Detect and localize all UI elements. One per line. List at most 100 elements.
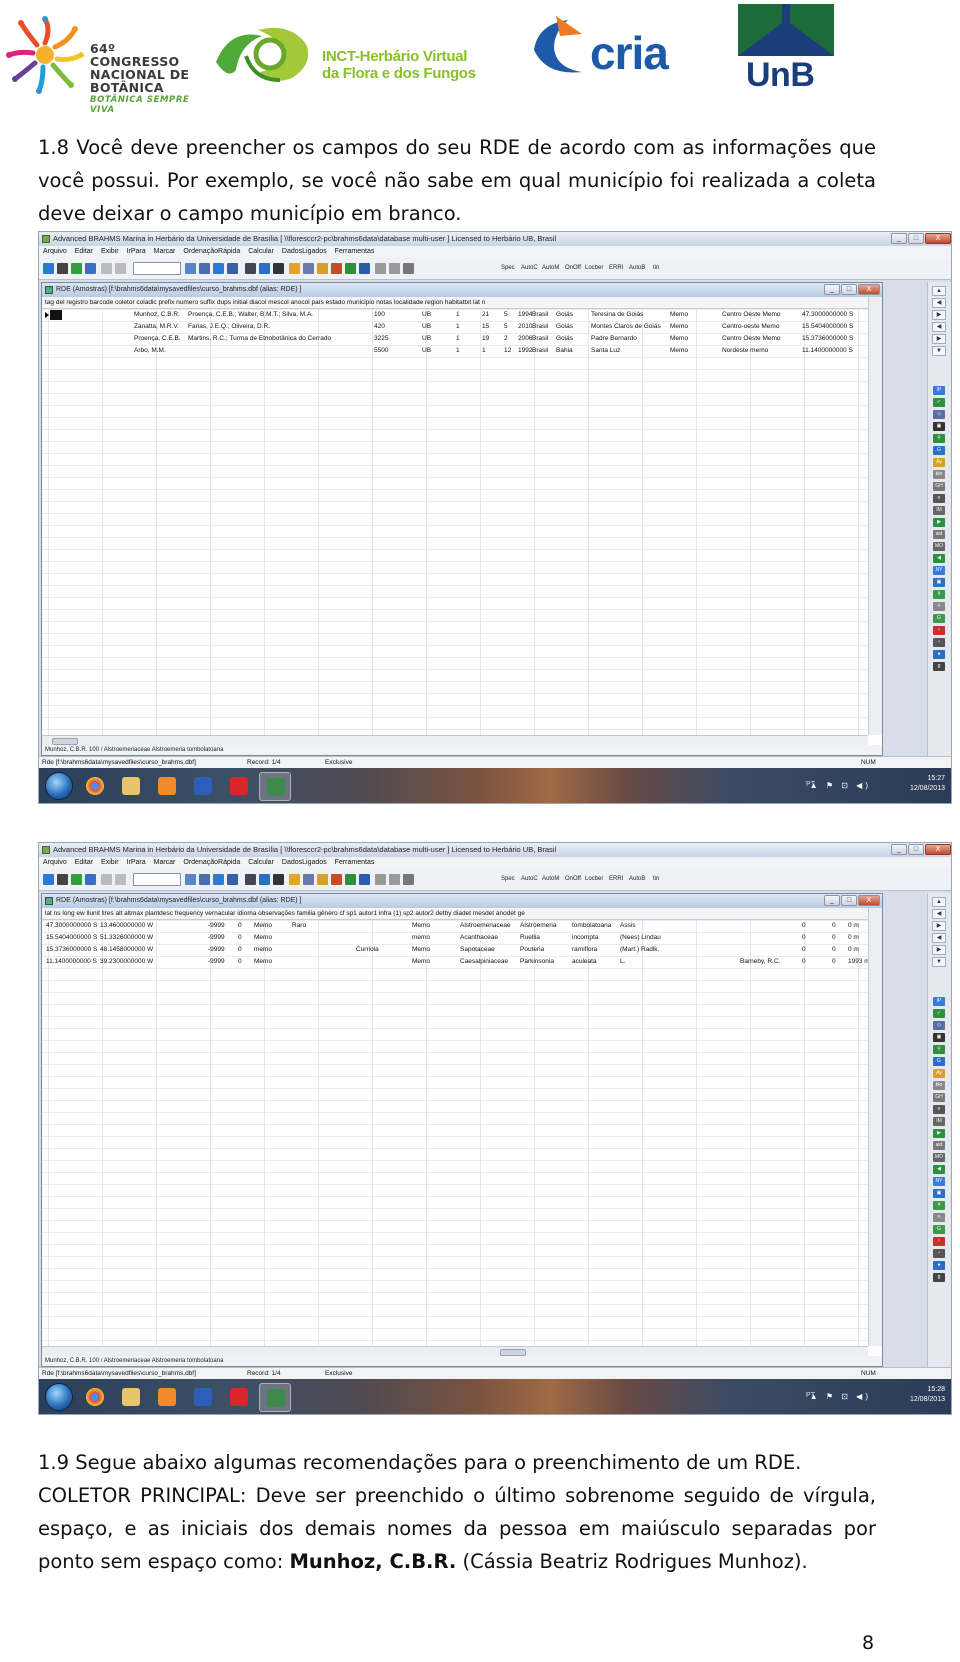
table-cell[interactable]: Memo — [670, 309, 722, 321]
panel-tool-icon[interactable]: ▶ — [933, 1129, 945, 1138]
table-cell[interactable]: Memo — [670, 333, 722, 345]
table-cell[interactable]: Centro-oeste Memo — [722, 321, 802, 333]
table-cell[interactable]: 5 — [504, 321, 518, 333]
panel-tool-icon[interactable]: ✓ — [933, 398, 945, 407]
panel-tool-icon[interactable]: ◇ — [933, 410, 945, 419]
panel-tool-icon[interactable]: ≡ — [933, 494, 945, 503]
table-row[interactable]: 15.3736000000 S 48.1458000000 W -9999 0 memo… — [42, 944, 868, 956]
table-cell[interactable]: 5500 — [374, 345, 422, 357]
tool-icon[interactable] — [375, 874, 386, 885]
table-cell[interactable]: 0 — [238, 920, 254, 932]
menu-irpara[interactable]: IrPara — [127, 857, 146, 869]
toolbar-spec[interactable]: Spec — [501, 263, 515, 274]
last-record-button[interactable]: ▼ — [932, 957, 946, 967]
menu-exibir[interactable]: Exibir — [101, 857, 119, 869]
tray-icons[interactable]: ▲ ⚑ ⊡ ◀) — [810, 781, 871, 790]
clock[interactable]: 15:27 12/08/2013 — [910, 774, 945, 794]
folder-icon[interactable] — [289, 874, 300, 885]
table-cell[interactable]: 0 — [832, 944, 848, 956]
selected-cell[interactable] — [50, 310, 62, 320]
table-cell[interactable]: Ruellia — [520, 932, 572, 944]
panel-tool-icon[interactable]: ⚲ — [933, 1045, 945, 1054]
stats-icon[interactable] — [259, 263, 270, 274]
panel-tool-icon[interactable]: ▶ — [933, 518, 945, 527]
panel-tool-icon[interactable]: G — [933, 1057, 945, 1066]
panel-tool-icon[interactable]: IP — [933, 997, 945, 1006]
panel-tool-icon[interactable]: ● — [933, 1261, 945, 1270]
table-cell[interactable]: 15.3736000000 S — [802, 333, 868, 345]
table-cell[interactable]: 0 — [238, 956, 254, 968]
table-cell[interactable]: Zanatta, M.R.V. — [134, 321, 188, 333]
start-button-icon[interactable] — [45, 772, 73, 800]
table-cell[interactable]: 0 — [802, 944, 832, 956]
check-icon[interactable] — [43, 874, 54, 885]
table-cell[interactable]: Pouteria — [520, 944, 572, 956]
tool-icon[interactable] — [101, 874, 112, 885]
rde-minimize-button[interactable]: _ — [824, 284, 840, 295]
table-cell[interactable]: Proença, C.E.B.; Walter, B.M.T.; Silva, … — [188, 309, 374, 321]
table-cell[interactable]: 11.1400000000 S — [46, 956, 100, 968]
menu-calcular[interactable]: Calcular — [248, 857, 274, 869]
sort-icon[interactable] — [213, 874, 224, 885]
brahms-taskbar-button[interactable] — [259, 772, 291, 801]
menu-ferramentas[interactable]: Ferramentas — [335, 857, 375, 869]
table-cell[interactable]: 1994 — [518, 309, 532, 321]
avira-taskbar-button[interactable] — [223, 1383, 255, 1412]
table-row[interactable]: Zanatta, M.R.V. Farias, J.E.Q.; Oliveira,… — [42, 321, 868, 333]
table-cell[interactable]: Memo — [254, 932, 292, 944]
table-cell[interactable]: Teresina de Goiás — [591, 309, 670, 321]
table-cell[interactable]: Brasil — [532, 321, 556, 333]
menu-irpara[interactable]: IrPara — [127, 246, 146, 258]
tool-icon[interactable] — [101, 263, 112, 274]
table-cell[interactable]: 0 — [802, 932, 832, 944]
table-cell[interactable]: -9999 — [208, 944, 238, 956]
table-cell[interactable]: 15.5404000000 S — [802, 321, 868, 333]
toolbar-locber[interactable]: Locber — [585, 263, 603, 274]
panel-tool-icon[interactable]: ♂ — [933, 1249, 945, 1258]
table-cell[interactable]: Nordeste memo — [722, 345, 802, 357]
table-cell[interactable]: memo — [412, 932, 460, 944]
table-cell[interactable]: Memo — [254, 920, 292, 932]
table-cell[interactable]: 0 m — [848, 920, 868, 932]
table-cell[interactable]: 0 m — [848, 932, 868, 944]
excel-icon[interactable] — [345, 263, 356, 274]
excel-icon[interactable] — [345, 874, 356, 885]
menu-arquivo[interactable]: Arquivo — [43, 246, 67, 258]
table-cell[interactable]: 47.3000000000 S — [46, 920, 100, 932]
table-row[interactable]: Proença, C.E.B. Martins, R.C.; Turma de E… — [42, 333, 868, 345]
table-cell[interactable]: 47.3000000000 S — [802, 309, 868, 321]
panel-tool-icon[interactable]: ✓ — [933, 1009, 945, 1018]
panel-tool-icon[interactable]: MO — [933, 1153, 945, 1162]
panel-tool-icon[interactable]: NY — [933, 1177, 945, 1186]
table-row[interactable]: 47.3000000000 S 13.4600000000 W -9999 0 Memo… — [42, 920, 868, 932]
next-record-button[interactable]: ▶ — [932, 310, 946, 320]
menu-ordenacao-rapida[interactable]: OrdenaçãoRápida — [183, 857, 240, 869]
toolbar-autom[interactable]: AutoM — [542, 874, 559, 885]
toolbar-erri[interactable]: ERRI — [609, 874, 623, 885]
maximize-button[interactable]: □ — [908, 233, 924, 244]
table-cell[interactable]: Montes Claros de Goiás — [591, 321, 670, 333]
menu-dados-ligados[interactable]: DadosLigados — [282, 857, 327, 869]
close-button[interactable]: X — [925, 844, 951, 855]
folder-icon[interactable] — [289, 263, 300, 274]
prev-record-button[interactable]: ◀ — [932, 909, 946, 919]
panel-tool-icon[interactable]: ▣ — [933, 578, 945, 587]
table-cell[interactable]: Centro Oeste Memo — [722, 309, 802, 321]
table-cell[interactable]: Raro — [292, 920, 356, 932]
table-cell[interactable]: Alstroemeriaceae — [460, 920, 520, 932]
table-cell[interactable]: UB — [422, 345, 456, 357]
table-cell[interactable]: memo — [254, 944, 292, 956]
panel-tool-icon[interactable]: blo — [933, 470, 945, 479]
panel-tool-icon[interactable]: G — [933, 1225, 945, 1234]
table-cell[interactable]: Goiás — [556, 309, 590, 321]
tray-icons[interactable]: ▲ ⚑ ⊡ ◀) — [810, 1392, 871, 1401]
delete-icon[interactable] — [57, 874, 68, 885]
table-cell[interactable]: 1 — [482, 345, 504, 357]
panel-tool-icon[interactable]: ⚲ — [933, 434, 945, 443]
menu-arquivo[interactable]: Arquivo — [43, 857, 67, 869]
menu-marcar[interactable]: Marcar — [154, 857, 176, 869]
table-cell[interactable]: 13.4600000000 W — [100, 920, 160, 932]
table-cell[interactable]: incompta — [572, 932, 620, 944]
table-cell[interactable]: 0 — [802, 956, 832, 968]
tool-icon[interactable] — [375, 263, 386, 274]
